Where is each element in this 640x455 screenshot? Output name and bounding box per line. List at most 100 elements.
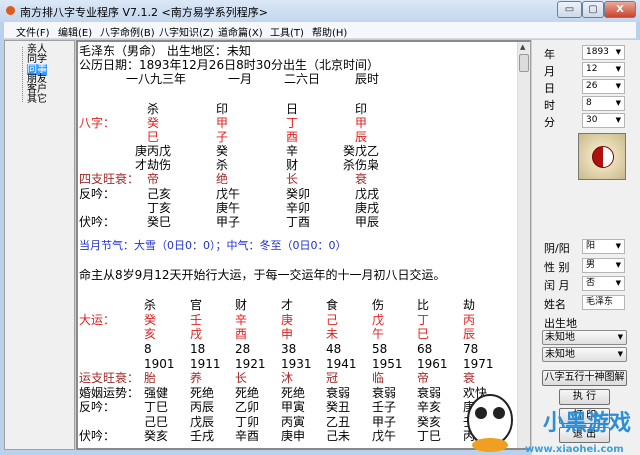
province-select[interactable]: 未知地 ▼ [542,330,627,345]
pillar-hidden_gods-cell: 财 [286,158,299,172]
fuyin-label: 伏吟： [79,215,116,229]
menu-knowledge[interactable]: 八字知识(Z) [159,24,214,39]
scroll-up-arrow-icon[interactable]: ▲ [520,43,525,51]
result-text-area[interactable]: 毛泽东（男命） 出生地区：未知 公历日期：1893年12月26日8时30分出生（… [76,40,531,450]
diagram-button[interactable]: 八字五行十神图解 [542,370,627,386]
dayun-marriage-cell: 强健 [144,386,169,400]
vertical-scrollbar[interactable]: ▲ [517,42,530,448]
minute-label: 分 [544,116,555,129]
dayun-marriage-cell: 欢快 [463,386,488,400]
pillar-hidden_gods-cell: 杀 [216,158,229,172]
dayun-branches-cell: 亥 [144,327,157,341]
dayun-branches-cell: 辰 [463,327,476,341]
menu-tools[interactable]: 工具(T) [270,24,304,39]
minute-select[interactable]: 30 ▼ [582,113,625,128]
pillar-fanyin1-cell: 戊戌 [355,187,380,201]
menu-fate[interactable]: 道命篇(X) [218,24,263,39]
qiyun-line: 命主从8岁9月12天开始行大运，于每一交运年的十一月初八日交运。 [79,268,446,282]
menu-cases[interactable]: 八字命例(B) [100,24,155,39]
dayun-years-cell: 1951 [372,357,403,371]
pillar-branches-cell: 酉 [286,130,299,144]
dayun-wangshuai-cell: 沐 [281,371,294,385]
dayun-fanyin2-cell: 壬戌 [463,415,488,429]
exit-button[interactable]: 退 出 [559,427,610,443]
name-line: 毛泽东（男命） 出生地区：未知 [79,44,251,58]
date-cell: 一八九三年 [126,72,187,86]
pillar-wangshuai-cell: 衰 [355,172,368,186]
pillar-hidden_gods-cell: 才劫伤 [135,158,172,172]
dayun-ages-cell: 78 [463,342,479,356]
category-tree: 亲人 同学 同事 朋友 客户 其它 [4,40,75,450]
taiji-image[interactable] [578,133,626,180]
dayun-fanyin2-cell: 戊辰 [190,415,215,429]
dayun-fanyin2-cell: 丁卯 [235,415,260,429]
day-select[interactable]: 26 ▼ [582,79,625,94]
pillar-gods-cell: 日 [286,102,299,116]
pillar-hidden_gods-cell: 杀伤枭 [343,158,380,172]
menu-file[interactable]: 文件(F) [16,24,50,39]
yinyang-select[interactable]: 阳 ▼ [582,239,625,254]
chevron-down-icon: ▼ [615,261,621,269]
dayun-fanyin1-cell: 丁巳 [144,400,169,414]
dayun-fanyin1-cell: 壬子 [372,400,397,414]
wangshuai-label: 四支旺衰： [79,172,140,186]
title-bar: 南方排八字专业程序 V7.1.2 <南方易学系列程序> ▭ ▢ X [0,0,640,22]
gender-select[interactable]: 男 ▼ [582,258,625,273]
tree-item-others[interactable]: 其它 [27,94,47,105]
day-label: 日 [544,82,555,95]
dayun-stems-cell: 戊 [372,313,385,327]
dayun-fanyin1-cell: 癸丑 [326,400,351,414]
minimize-button[interactable]: ▭ [557,1,582,18]
input-panel: 年 1893 ▼ 月 12 ▼ 日 26 ▼ 时 8 ▼ 分 30 ▼ 阴/阳 阳 ▼ 性 别 男 ▼ 闰 月 … [532,40,640,455]
dayun-ages-cell: 68 [417,342,433,356]
dayun-gods-cell: 才 [281,298,294,312]
name-input[interactable]: 毛泽东 [582,295,625,310]
dayun-gods-cell: 杀 [144,298,157,312]
minute-value: 30 [586,115,598,125]
dayun-branches-cell: 巳 [417,327,430,341]
dayun-branches-cell: 未 [326,327,339,341]
fanyin-label: 反吟： [79,187,116,201]
chevron-down-icon: ▼ [615,116,621,124]
dayun-fuyin-cell: 戊午 [372,429,397,443]
maximize-button[interactable]: ▢ [582,1,604,18]
dayun-years-cell: 1941 [326,357,357,371]
dayun-wangshuai-cell: 冠 [326,371,339,385]
dayun-years-cell: 1911 [190,357,221,371]
dayun-branches-cell: 午 [372,327,385,341]
dayun-stems-cell: 庚 [281,313,294,327]
hour-select[interactable]: 8 ▼ [582,96,625,111]
dayun-fanyin1-cell: 丙辰 [190,400,215,414]
dayun-fuyin-cell: 丁巳 [417,429,442,443]
print-button[interactable]: 打 印 [559,408,610,424]
chevron-down-icon: ▼ [617,350,623,358]
menu-help[interactable]: 帮助(H) [312,24,347,39]
menu-edit[interactable]: 编辑(E) [58,24,92,39]
pillar-fuyin-cell: 甲子 [216,215,241,229]
dayun-stems-cell: 癸 [144,313,157,327]
dayun-marriage-cell: 死绝 [190,386,215,400]
dayun-ages-cell: 8 [144,342,152,356]
date-cell: 二六日 [284,72,321,86]
pillar-branches-cell: 巳 [147,130,160,144]
leap-month-select[interactable]: 否 ▼ [582,276,625,291]
dayun-wangshuai-cell: 帝 [417,371,430,385]
month-select[interactable]: 12 ▼ [582,62,625,77]
dayun-fuyin-cell: 丙辰 [463,429,488,443]
gender-label: 性 别 [544,261,570,274]
dayun-wangshuai-cell: 衰 [463,371,476,385]
yin-yang-icon [592,146,614,168]
month-value: 12 [586,64,598,74]
close-button[interactable]: X [604,1,636,18]
tree-line [22,47,23,102]
dayun-fuyin-label: 伏吟： [79,429,116,443]
pillar-fanyin2-cell: 庚戌 [355,201,380,215]
scroll-thumb[interactable] [519,54,529,72]
pillar-stems-cell: 甲 [355,116,368,130]
run-button[interactable]: 执 行 [559,389,610,405]
city-select[interactable]: 未知地 ▼ [542,347,627,362]
year-select[interactable]: 1893 ▼ [582,45,625,60]
date-cell: 辰时 [355,72,380,86]
dayun-stems-cell: 己 [326,313,339,327]
city-value: 未知地 [545,349,575,360]
